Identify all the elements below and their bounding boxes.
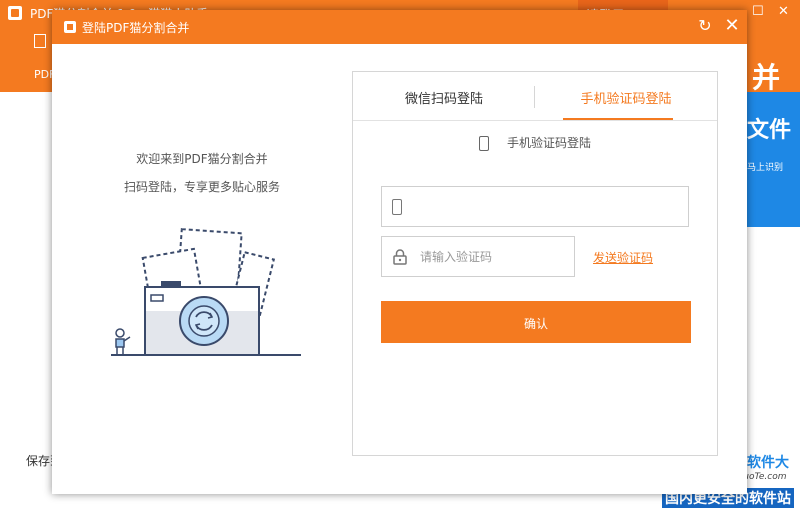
maximize-icon[interactable]: ☐ bbox=[752, 4, 764, 19]
dialog-title: 登陆PDF猫分割合并 bbox=[82, 21, 190, 35]
confirm-button[interactable]: 确认 bbox=[381, 301, 691, 343]
phone-input[interactable] bbox=[414, 195, 679, 219]
app-close-icon[interactable]: ✕ bbox=[778, 4, 789, 19]
send-code-link[interactable]: 发送验证码 bbox=[593, 249, 653, 266]
ad-small-text: 马上识别 bbox=[747, 163, 784, 173]
welcome-text: 欢迎来到PDF猫分割合并 bbox=[136, 152, 268, 166]
welcome-subtitle: 扫码登陆，专享更多贴心服务 bbox=[123, 180, 280, 194]
section-heading: 手机验证码登陆 bbox=[353, 134, 717, 151]
code-field[interactable] bbox=[381, 236, 575, 277]
dialog-logo-icon bbox=[64, 21, 76, 33]
dialog-titlebar: 登陆PDF猫分割合并 ↻ ✕ bbox=[52, 10, 747, 44]
login-panel: 微信扫码登陆 手机验证码登陆 手机验证码登陆 发送验证码 确认 bbox=[352, 71, 718, 456]
camera-illustration bbox=[111, 228, 301, 356]
app-banner-text: 并 bbox=[752, 61, 781, 94]
section-title: 手机验证码登陆 bbox=[506, 136, 591, 150]
phone-field[interactable] bbox=[381, 186, 689, 227]
close-icon[interactable]: ✕ bbox=[722, 15, 742, 37]
ad-banner[interactable]: 文件 马上识别 bbox=[745, 92, 800, 227]
lock-icon bbox=[393, 249, 407, 265]
app-logo-icon bbox=[8, 6, 22, 20]
tabs-border bbox=[353, 120, 717, 121]
login-dialog: 登陆PDF猫分割合并 ↻ ✕ 欢迎来到PDF猫分割合并 扫码登陆，专享更多贴心服… bbox=[52, 10, 747, 494]
verification-code-input[interactable] bbox=[418, 245, 568, 269]
tab-phone-login[interactable]: 手机验证码登陆 bbox=[535, 72, 717, 120]
mobile-icon bbox=[392, 199, 402, 215]
ad-text: 文件 bbox=[747, 118, 792, 143]
refresh-icon[interactable]: ↻ bbox=[695, 16, 715, 38]
phone-icon bbox=[478, 136, 489, 151]
document-icon bbox=[34, 34, 46, 48]
tab-wechat-login[interactable]: 微信扫码登陆 bbox=[353, 72, 535, 120]
